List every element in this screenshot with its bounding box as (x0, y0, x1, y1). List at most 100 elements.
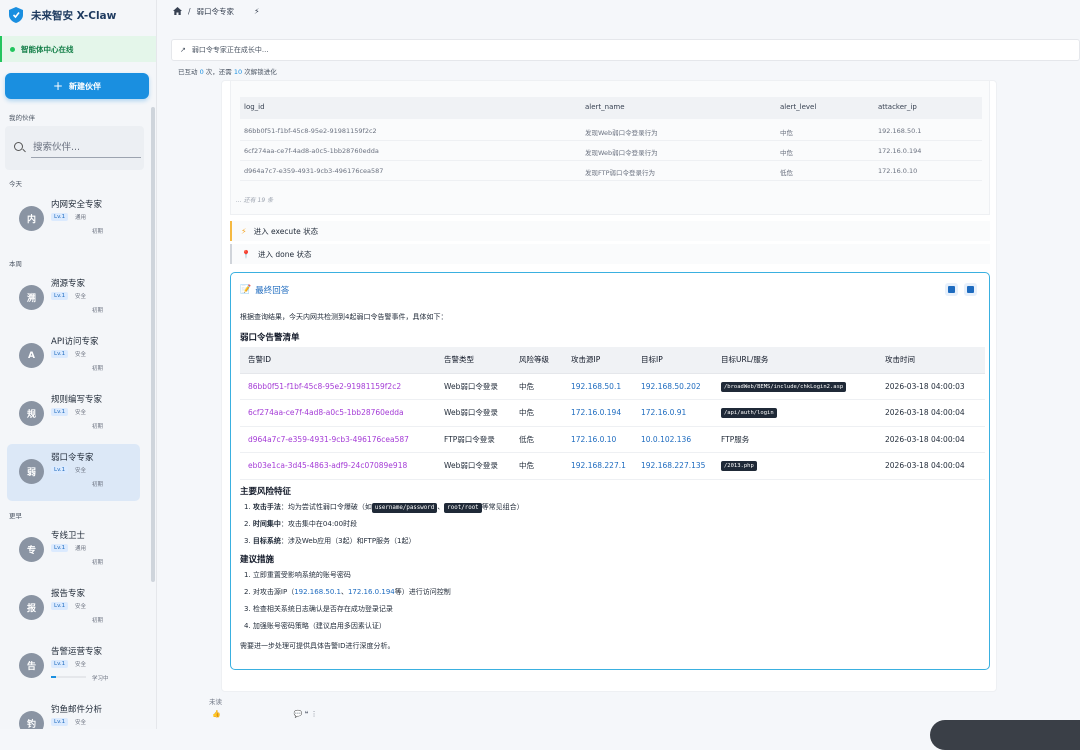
trend-icon: ↗ (180, 46, 186, 54)
lightning-icon[interactable]: ⚡ (254, 7, 260, 16)
alert-type: FTP弱口令登录 (436, 426, 511, 453)
source-ip[interactable]: 192.168.50.1 (563, 373, 633, 400)
risk-level: 低危 (511, 426, 563, 453)
partner-item-active[interactable]: 弱 弱口令专家 Lv.1 安全 初期 (7, 444, 140, 501)
source-ip[interactable]: 192.168.227.1 (563, 452, 633, 480)
cell: 发现Web弱口令登录行为 (585, 129, 658, 137)
partner-state: 初期 (92, 229, 104, 235)
column-header: 攻击时间 (877, 347, 985, 374)
partner-type: 安全 (75, 468, 87, 474)
source-ip[interactable]: 172.16.0.194 (563, 399, 633, 427)
target-ip[interactable]: 10.0.102.136 (633, 426, 713, 453)
avatar: 内 (19, 206, 44, 231)
risk-item-text: ：攻击集中在04:00时段 (280, 520, 358, 528)
alert-id[interactable]: 86bb0f51-f1bf-45c8-95e2-91981159f2c2 (240, 373, 436, 400)
level-badge: Lv.1 (51, 602, 69, 610)
suggestion-item-1: 1. 立即重置受影响系统的账号密码 (244, 571, 351, 579)
suggestions-title: 建议措施 (240, 555, 275, 565)
cell: 192.168.50.1 (878, 127, 922, 135)
partner-state: 初期 (92, 482, 104, 488)
copy-icon[interactable] (945, 283, 958, 296)
partner-item[interactable]: 钓 钓鱼邮件分析 Lv.1 安全 (7, 696, 140, 729)
partner-state: 初期 (92, 366, 104, 372)
alert-id[interactable]: d964a7c7-e359-4931-9cb3-496176cea587 (240, 426, 436, 453)
source-ip[interactable]: 172.16.0.10 (563, 426, 633, 453)
alert-id[interactable]: eb03e1ca-3d45-4863-adf9-24c07089e918 (240, 452, 436, 480)
suggestion-item-4: 4. 加强账号密码策略（建议启用多因素认证） (244, 622, 386, 630)
level-badge: Lv.1 (51, 466, 69, 474)
alert-id[interactable]: 6cf274aa-ce7f-4ad8-a0c5-1bb28760edda (240, 399, 436, 427)
partner-type: 安全 (75, 410, 87, 416)
alert-type: Web弱口令登录 (436, 399, 511, 427)
table-row: 86bb0f51-f1bf-45c8-95e2-91981159f2c2 Web… (240, 373, 985, 400)
search-placeholder: 搜索伙伴... (33, 142, 81, 153)
risk-item-label: 目标系统 (252, 537, 281, 545)
cell: 6cf274aa-ce7f-4ad8-a0c5-1bb28760edda (244, 147, 379, 155)
search-icon (14, 142, 23, 151)
level-badge: Lv.1 (51, 350, 69, 358)
partner-item[interactable]: 专 专线卫士 Lv.1 通用 初期 (7, 522, 140, 579)
search-input[interactable]: 搜索伙伴... (5, 126, 144, 170)
footer-actions: 👍 💬 ❝ ⋮ (212, 710, 318, 718)
partner-name: 规则编写专家 (51, 395, 103, 405)
column-header: 告警类型 (436, 347, 511, 374)
column-header: 目标URL/服务 (713, 347, 877, 374)
plus-icon: + (52, 79, 64, 93)
target-ip[interactable]: 172.16.0.91 (633, 399, 713, 427)
partner-type: 通用 (75, 546, 87, 552)
more-rows-note[interactable]: ... 还有 19 条 (236, 195, 273, 204)
column-header: alert_name (585, 103, 625, 111)
breadcrumb-separator: / (188, 6, 191, 16)
partner-item[interactable]: 溯 溯源专家 Lv.1 安全 初期 (7, 270, 140, 327)
target-url-cell: /api/auth/login (713, 399, 877, 427)
attack-time: 2026-03-18 04:00:04 (877, 452, 985, 480)
done-state-label: 进入 done 状态 (257, 249, 312, 259)
sidebar-scrollbar[interactable] (151, 107, 155, 582)
shield-icon (9, 7, 23, 23)
risk-item-1: 1. 攻击手法：均为尝试性弱口令爆破（如 username/password、 ro… (244, 502, 524, 513)
ip-link[interactable]: 172.16.0.194 (348, 588, 395, 596)
partner-item[interactable]: 内 内网安全专家 Lv.1 通用 初期 (7, 191, 140, 248)
thumbs-up-icon[interactable]: 👍 (212, 710, 221, 718)
partner-type: 安全 (75, 662, 87, 668)
cell: 低危 (780, 169, 793, 177)
target-service: FTP服务 (713, 426, 877, 453)
counter-text-3: 次解锁进化 (244, 68, 277, 76)
partner-item[interactable]: 规 规则编写专家 Lv.1 安全 初期 (7, 386, 140, 443)
app-logo[interactable]: 未来智安 X-Claw (0, 0, 156, 30)
avatar: 规 (19, 401, 44, 426)
target-ip[interactable]: 192.168.50.202 (633, 373, 713, 400)
new-partner-label: 新建伙伴 (69, 81, 102, 91)
risk-section-title: 主要风险特征 (240, 487, 292, 497)
cell: 172.16.0.194 (878, 147, 922, 155)
risk-item-text: ：涉及Web应用（3起）和FTP服务（1起） (280, 537, 416, 545)
target-ip[interactable]: 192.168.227.135 (633, 452, 713, 480)
target-url: /2013.php (721, 461, 757, 472)
ip-link[interactable]: 192.168.50.1 (294, 588, 341, 596)
new-partner-button[interactable]: + 新建伙伴 (5, 73, 149, 99)
progress-fill (51, 676, 57, 678)
partner-type: 安全 (75, 352, 87, 358)
done-state-step[interactable]: 📍 进入 done 状态 (230, 244, 990, 264)
partner-item[interactable]: 报 报告专家 Lv.1 安全 初期 (7, 580, 140, 637)
growth-banner: ↗ 弱口令专家正在成长中... (171, 39, 1080, 61)
partner-item[interactable]: 告 告警运营专家 Lv.1 安全 学习中 (7, 638, 140, 695)
column-header: 目标IP (633, 347, 713, 374)
partner-item[interactable]: A API访问专家 Lv.1 安全 初期 (7, 328, 140, 385)
level-badge: Lv.1 (51, 292, 69, 300)
column-header: 告警ID (240, 347, 436, 374)
separator: 、 (437, 503, 445, 511)
floating-widget[interactable] (930, 720, 1080, 750)
breadcrumb-current[interactable]: 弱口令专家 (197, 6, 235, 17)
level-badge: Lv.1 (51, 408, 69, 416)
document-icon[interactable] (964, 283, 977, 296)
execute-state-step[interactable]: ⚡ 进入 execute 状态 (230, 221, 990, 241)
pin-icon: 📍 (241, 249, 251, 259)
memo-icon: 📝 (240, 285, 252, 295)
cell: 86bb0f51-f1bf-45c8-95e2-91981159f2c2 (244, 127, 377, 135)
learning-progress-bar (51, 676, 86, 678)
home-icon[interactable] (173, 7, 182, 15)
avatar: 专 (19, 537, 44, 562)
comment-icon[interactable]: 💬 ❝ ⋮ (294, 710, 318, 718)
partner-type: 通用 (75, 215, 87, 221)
